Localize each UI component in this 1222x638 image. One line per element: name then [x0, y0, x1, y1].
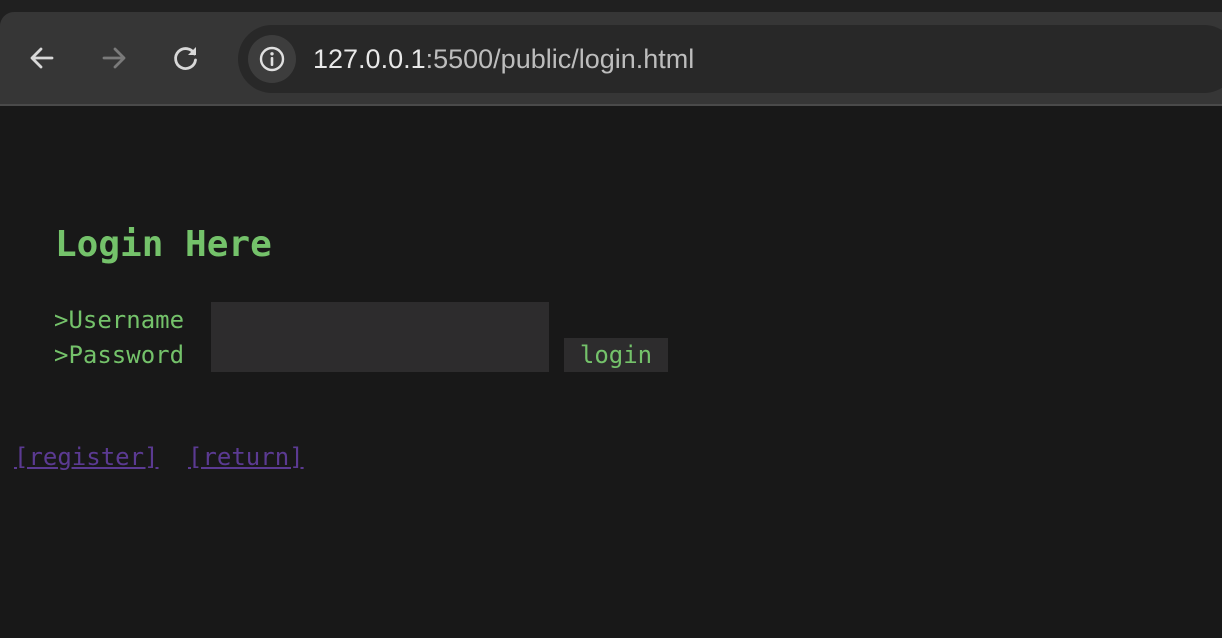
return-link[interactable]: [return] — [188, 442, 304, 472]
forward-button[interactable] — [90, 34, 138, 82]
username-label: >Username — [54, 306, 185, 334]
password-label: >Password — [54, 341, 185, 369]
url-text[interactable]: 127.0.0.1:5500/public/login.html — [313, 42, 694, 76]
login-button[interactable]: login — [564, 338, 668, 372]
username-field[interactable] — [211, 302, 549, 337]
reload-icon — [174, 47, 197, 70]
arrow-left-icon — [30, 47, 54, 69]
arrow-right-icon — [102, 47, 126, 69]
page-content: Login Here >Username >Password login [re… — [0, 106, 1222, 638]
url-host: 127.0.0.1 — [313, 44, 426, 74]
browser-chrome: 127.0.0.1:5500/public/login.html — [0, 0, 1222, 106]
back-button[interactable] — [18, 34, 66, 82]
url-path: :5500/public/login.html — [425, 44, 695, 74]
browser-toolbar: 127.0.0.1:5500/public/login.html — [0, 12, 1222, 104]
password-field[interactable] — [211, 337, 549, 372]
register-link[interactable]: [register] — [14, 442, 159, 472]
address-bar[interactable]: 127.0.0.1:5500/public/login.html — [238, 25, 1222, 93]
page-title: Login Here — [55, 224, 272, 265]
reload-button[interactable] — [162, 34, 210, 82]
site-info-button[interactable] — [248, 35, 296, 83]
info-icon — [259, 46, 285, 72]
